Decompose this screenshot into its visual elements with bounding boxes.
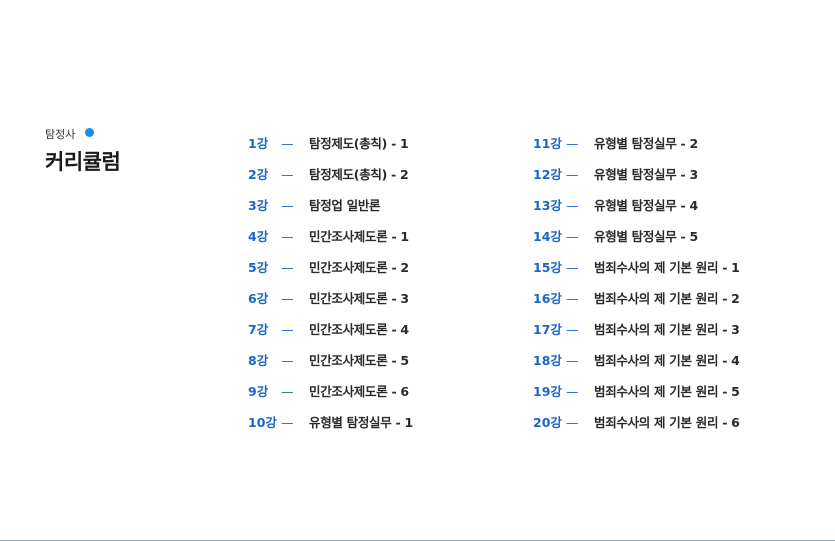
- separator-dash: —: [566, 229, 579, 244]
- lecture-number: 18강: [533, 353, 562, 368]
- lecture-title: 범죄수사의 제 기본 원리 - 2: [594, 291, 740, 306]
- lecture-item[interactable]: 12강 — 유형별 탐정실무 - 3: [533, 166, 813, 197]
- lecture-number: 12강: [533, 167, 562, 182]
- separator-dash: —: [281, 291, 294, 306]
- lecture-item[interactable]: 3강 — 탐정업 일반론: [248, 197, 528, 228]
- separator-dash: —: [566, 291, 579, 306]
- lecture-item[interactable]: 13강 — 유형별 탐정실무 - 4: [533, 197, 813, 228]
- lecture-title: 민간조사제도론 - 3: [309, 291, 409, 306]
- separator-dash: —: [566, 322, 579, 337]
- lecture-title: 범죄수사의 제 기본 원리 - 4: [594, 353, 740, 368]
- lecture-title: 민간조사제도론 - 6: [309, 384, 409, 399]
- lecture-number: 2강: [248, 167, 269, 182]
- separator-dash: —: [566, 167, 579, 182]
- separator-dash: —: [566, 260, 579, 275]
- lecture-item[interactable]: 1강 — 탐정제도(총칙) - 1: [248, 135, 528, 166]
- lecture-number: 13강: [533, 198, 562, 213]
- section-subtitle: 탐정사: [45, 128, 76, 141]
- lecture-item[interactable]: 5강 — 민간조사제도론 - 2: [248, 259, 528, 290]
- lecture-title: 유형별 탐정실무 - 3: [594, 167, 698, 182]
- lecture-number: 9강: [248, 384, 269, 399]
- lecture-title: 민간조사제도론 - 4: [309, 322, 409, 337]
- lecture-item[interactable]: 14강 — 유형별 탐정실무 - 5: [533, 228, 813, 259]
- lecture-number: 7강: [248, 322, 269, 337]
- curriculum-list-right: 11강 — 유형별 탐정실무 - 2 12강 — 유형별 탐정실무 - 3 13…: [533, 135, 813, 445]
- lecture-item[interactable]: 17강 — 범죄수사의 제 기본 원리 - 3: [533, 321, 813, 352]
- separator-dash: —: [566, 415, 579, 430]
- separator-dash: —: [281, 384, 294, 399]
- lecture-item[interactable]: 20강 — 범죄수사의 제 기본 원리 - 6: [533, 414, 813, 445]
- curriculum-heading: 탐정사 커리큘럼: [45, 128, 121, 176]
- lecture-number: 1강: [248, 136, 269, 151]
- separator-dash: —: [281, 260, 294, 275]
- separator-dash: —: [281, 229, 294, 244]
- lecture-title: 탐정제도(총칙) - 1: [309, 136, 409, 151]
- lecture-number: 8강: [248, 353, 269, 368]
- lecture-title: 유형별 탐정실무 - 1: [309, 415, 413, 430]
- lecture-title: 범죄수사의 제 기본 원리 - 6: [594, 415, 740, 430]
- lecture-number: 5강: [248, 260, 269, 275]
- lecture-number: 20강: [533, 415, 562, 430]
- lecture-number: 15강: [533, 260, 562, 275]
- lecture-number: 11강: [533, 136, 562, 151]
- lecture-title: 유형별 탐정실무 - 2: [594, 136, 698, 151]
- lecture-number: 19강: [533, 384, 562, 399]
- lecture-title: 유형별 탐정실무 - 4: [594, 198, 698, 213]
- lecture-item[interactable]: 8강 — 민간조사제도론 - 5: [248, 352, 528, 383]
- lecture-title: 민간조사제도론 - 1: [309, 229, 409, 244]
- lecture-item[interactable]: 11강 — 유형별 탐정실무 - 2: [533, 135, 813, 166]
- lecture-number: 10강: [248, 415, 277, 430]
- separator-dash: —: [281, 353, 294, 368]
- separator-dash: —: [281, 415, 294, 430]
- separator-dash: —: [281, 167, 294, 182]
- lecture-title: 민간조사제도론 - 5: [309, 353, 409, 368]
- lecture-item[interactable]: 10강 — 유형별 탐정실무 - 1: [248, 414, 528, 445]
- separator-dash: —: [281, 322, 294, 337]
- separator-dash: —: [281, 136, 294, 151]
- lecture-item[interactable]: 19강 — 범죄수사의 제 기본 원리 - 5: [533, 383, 813, 414]
- lecture-item[interactable]: 2강 — 탐정제도(총칙) - 2: [248, 166, 528, 197]
- lecture-number: 14강: [533, 229, 562, 244]
- curriculum-list-left: 1강 — 탐정제도(총칙) - 1 2강 — 탐정제도(총칙) - 2 3강 —…: [248, 135, 528, 445]
- separator-dash: —: [566, 384, 579, 399]
- lecture-title: 범죄수사의 제 기본 원리 - 1: [594, 260, 740, 275]
- lecture-item[interactable]: 6강 — 민간조사제도론 - 3: [248, 290, 528, 321]
- section-title: 커리큘럼: [45, 150, 121, 174]
- lecture-item[interactable]: 7강 — 민간조사제도론 - 4: [248, 321, 528, 352]
- lecture-item[interactable]: 16강 — 범죄수사의 제 기본 원리 - 2: [533, 290, 813, 321]
- lecture-number: 17강: [533, 322, 562, 337]
- lecture-item[interactable]: 4강 — 민간조사제도론 - 1: [248, 228, 528, 259]
- lecture-title: 탐정업 일반론: [309, 198, 381, 213]
- lecture-title: 탐정제도(총칙) - 2: [309, 167, 409, 182]
- lecture-title: 유형별 탐정실무 - 5: [594, 229, 698, 244]
- accent-dot-icon: [85, 128, 94, 137]
- lecture-number: 16강: [533, 291, 562, 306]
- lecture-item[interactable]: 9강 — 민간조사제도론 - 6: [248, 383, 528, 414]
- separator-dash: —: [566, 353, 579, 368]
- lecture-item[interactable]: 15강 — 범죄수사의 제 기본 원리 - 1: [533, 259, 813, 290]
- lecture-number: 6강: [248, 291, 269, 306]
- separator-dash: —: [281, 198, 294, 213]
- lecture-item[interactable]: 18강 — 범죄수사의 제 기본 원리 - 4: [533, 352, 813, 383]
- lecture-title: 범죄수사의 제 기본 원리 - 3: [594, 322, 740, 337]
- lecture-title: 민간조사제도론 - 2: [309, 260, 409, 275]
- lecture-title: 범죄수사의 제 기본 원리 - 5: [594, 384, 740, 399]
- lecture-number: 3강: [248, 198, 269, 213]
- separator-dash: —: [566, 198, 579, 213]
- separator-dash: —: [566, 136, 579, 151]
- lecture-number: 4강: [248, 229, 269, 244]
